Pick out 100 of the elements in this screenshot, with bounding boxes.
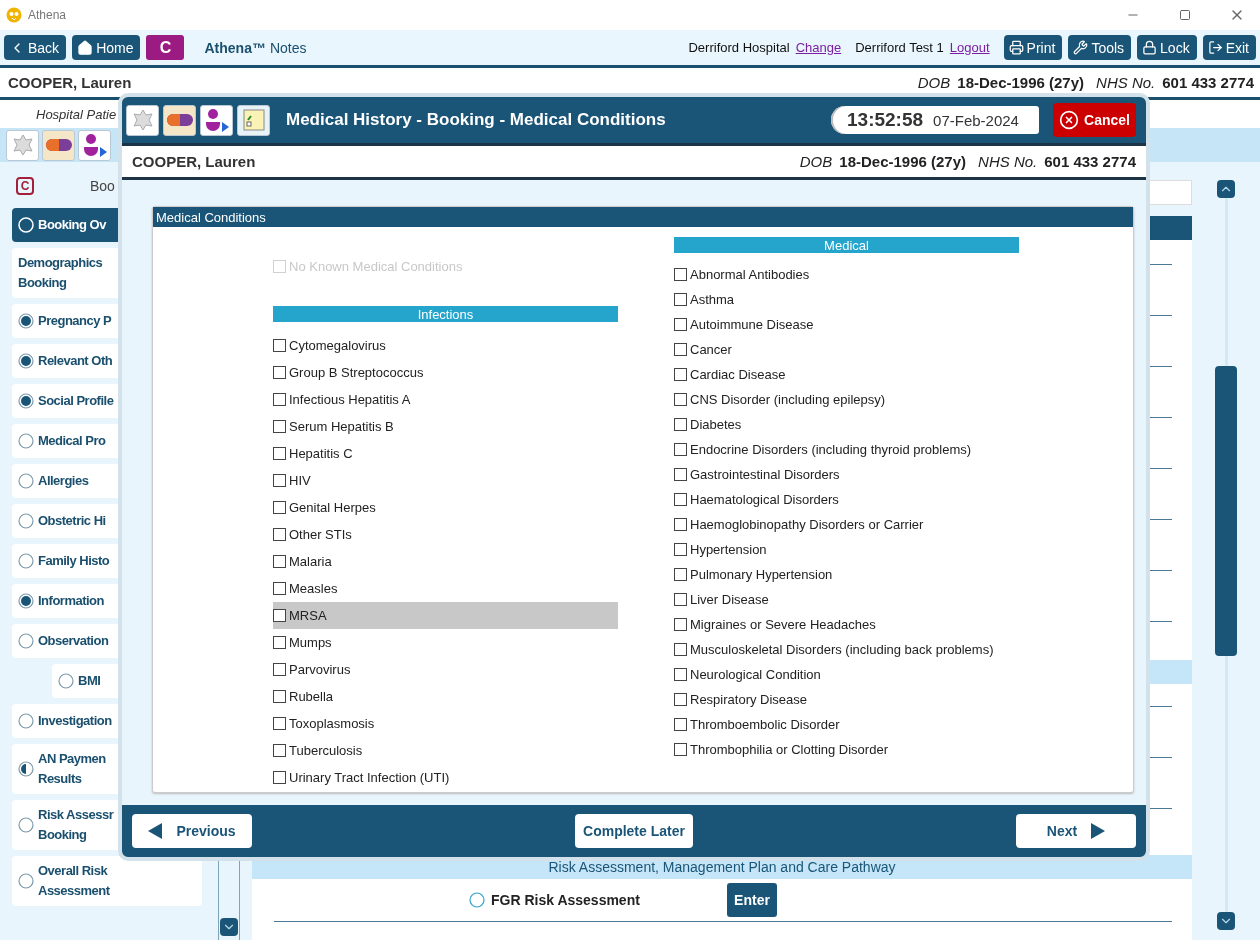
toolbar-button[interactable]: Exit	[1202, 35, 1256, 60]
checkbox-option[interactable]: Rubella	[273, 683, 618, 710]
previous-button[interactable]: Previous	[132, 814, 252, 848]
checkbox[interactable]	[674, 343, 687, 356]
next-button[interactable]: Next	[1016, 814, 1136, 848]
checkbox[interactable]	[674, 543, 687, 556]
checkbox[interactable]	[273, 393, 286, 406]
toolbar-button[interactable]: Lock	[1137, 35, 1197, 60]
checkbox-option[interactable]: Parvovirus	[273, 656, 618, 683]
tool-tile[interactable]	[163, 104, 196, 136]
checkbox-option[interactable]: Hypertension	[674, 537, 1019, 562]
complete-later-button[interactable]: Complete Later	[575, 814, 693, 848]
checkbox-option[interactable]: Thrombophilia or Clotting Disorder	[674, 737, 1019, 762]
tool-tile[interactable]	[126, 104, 159, 136]
checkbox-option[interactable]: Genital Herpes	[273, 494, 618, 521]
checkbox[interactable]	[273, 366, 286, 379]
checkbox[interactable]	[674, 743, 687, 756]
sidebar-item[interactable]: Overall Risk Assessment	[12, 856, 202, 906]
checkbox-option[interactable]: Abnormal Antibodies	[674, 262, 1019, 287]
checkbox-option[interactable]: Gastrointestinal Disorders	[674, 462, 1019, 487]
checkbox[interactable]	[674, 318, 687, 331]
checkbox-option[interactable]: Malaria	[273, 548, 618, 575]
checkbox[interactable]	[273, 663, 286, 676]
checkbox[interactable]	[273, 690, 286, 703]
cancel-button[interactable]: Cancel	[1053, 103, 1136, 137]
checkbox[interactable]	[674, 593, 687, 606]
checkbox-option[interactable]: MRSA	[273, 602, 618, 629]
checkbox-option[interactable]: Asthma	[674, 287, 1019, 312]
logout-link[interactable]: Logout	[949, 40, 990, 55]
checkbox[interactable]	[273, 636, 286, 649]
checkbox[interactable]	[273, 447, 286, 460]
checkbox-option[interactable]: Haemoglobinopathy Disorders or Carrier	[674, 512, 1019, 537]
checkbox-option[interactable]: Group B Streptococcus	[273, 359, 618, 386]
checkbox-option[interactable]: Diabetes	[674, 412, 1019, 437]
checkbox[interactable]	[273, 339, 286, 352]
checkbox[interactable]	[273, 582, 286, 595]
scroll-down-button[interactable]	[1217, 912, 1235, 930]
checkbox-option[interactable]: Urinary Tract Infection (UTI)	[273, 764, 618, 791]
checkbox[interactable]	[674, 393, 687, 406]
checkbox[interactable]	[674, 668, 687, 681]
checkbox[interactable]	[273, 717, 286, 730]
checkbox-option[interactable]: Infectious Hepatitis A	[273, 386, 618, 413]
checkbox-option[interactable]: Mumps	[273, 629, 618, 656]
checkbox-option[interactable]: Neurological Condition	[674, 662, 1019, 687]
nav-button[interactable]: Back	[4, 35, 67, 60]
checkbox-option[interactable]: CNS Disorder (including epilepsy)	[674, 387, 1019, 412]
checkbox-option[interactable]: Cytomegalovirus	[273, 332, 618, 359]
checkbox[interactable]	[674, 693, 687, 706]
checkbox-option[interactable]: Toxoplasmosis	[273, 710, 618, 737]
checkbox[interactable]	[674, 718, 687, 731]
toolbar-button[interactable]: Print	[1003, 35, 1063, 60]
tool-tile[interactable]	[78, 129, 111, 161]
checkbox-option[interactable]: Serum Hepatitis B	[273, 413, 618, 440]
checkbox-option[interactable]: Measles	[273, 575, 618, 602]
checkbox[interactable]	[674, 268, 687, 281]
checkbox[interactable]	[674, 518, 687, 531]
checkbox[interactable]	[273, 555, 286, 568]
checkbox[interactable]	[273, 609, 286, 622]
checkbox[interactable]	[273, 420, 286, 433]
notes-badge[interactable]: C	[146, 35, 185, 60]
nav-button[interactable]: Home	[72, 35, 141, 60]
checkbox[interactable]	[674, 468, 687, 481]
tool-tile[interactable]	[200, 104, 233, 136]
checkbox-option[interactable]: Endocrine Disorders (including thyroid problems)	[674, 437, 1019, 462]
checkbox[interactable]	[273, 528, 286, 541]
checkbox-option[interactable]: Haematological Disorders	[674, 487, 1019, 512]
scroll-up-button[interactable]	[1217, 180, 1235, 198]
checkbox-option[interactable]: Cardiac Disease	[674, 362, 1019, 387]
checkbox[interactable]	[273, 474, 286, 487]
checkbox[interactable]	[273, 771, 286, 784]
checkbox-option[interactable]: Pulmonary Hypertension	[674, 562, 1019, 587]
toolbar-button[interactable]: Tools	[1068, 35, 1132, 60]
checkbox[interactable]	[674, 568, 687, 581]
checkbox[interactable]	[674, 443, 687, 456]
checkbox[interactable]	[674, 493, 687, 506]
change-link[interactable]: Change	[795, 40, 842, 55]
checkbox-option[interactable]: Liver Disease	[674, 587, 1019, 612]
checkbox-option[interactable]: Hepatitis C	[273, 440, 618, 467]
checkbox[interactable]	[273, 744, 286, 757]
checkbox[interactable]	[273, 501, 286, 514]
checkbox-option[interactable]: Thromboembolic Disorder	[674, 712, 1019, 737]
tool-tile[interactable]	[237, 104, 270, 136]
checkbox[interactable]	[674, 418, 687, 431]
checkbox[interactable]	[674, 618, 687, 631]
checkbox-option[interactable]: Musculoskeletal Disorders (including back problems)	[674, 637, 1019, 662]
checkbox-option[interactable]: Cancer	[674, 337, 1019, 362]
enter-button[interactable]: Enter	[727, 883, 777, 917]
checkbox-option[interactable]: Autoimmune Disease	[674, 312, 1019, 337]
scrollbar-thumb[interactable]	[1215, 366, 1237, 656]
checkbox-option[interactable]: Other STIs	[273, 521, 618, 548]
checkbox[interactable]	[674, 368, 687, 381]
checkbox[interactable]	[674, 643, 687, 656]
tool-tile[interactable]	[42, 129, 75, 161]
checkbox-option[interactable]: Respiratory Disease	[674, 687, 1019, 712]
checkbox-option[interactable]: HIV	[273, 467, 618, 494]
tool-tile[interactable]	[6, 129, 39, 161]
checkbox[interactable]	[674, 293, 687, 306]
scroll-down-button[interactable]	[220, 918, 238, 936]
checkbox-option[interactable]: Migraines or Severe Headaches	[674, 612, 1019, 637]
checkbox-option[interactable]: Tuberculosis	[273, 737, 618, 764]
